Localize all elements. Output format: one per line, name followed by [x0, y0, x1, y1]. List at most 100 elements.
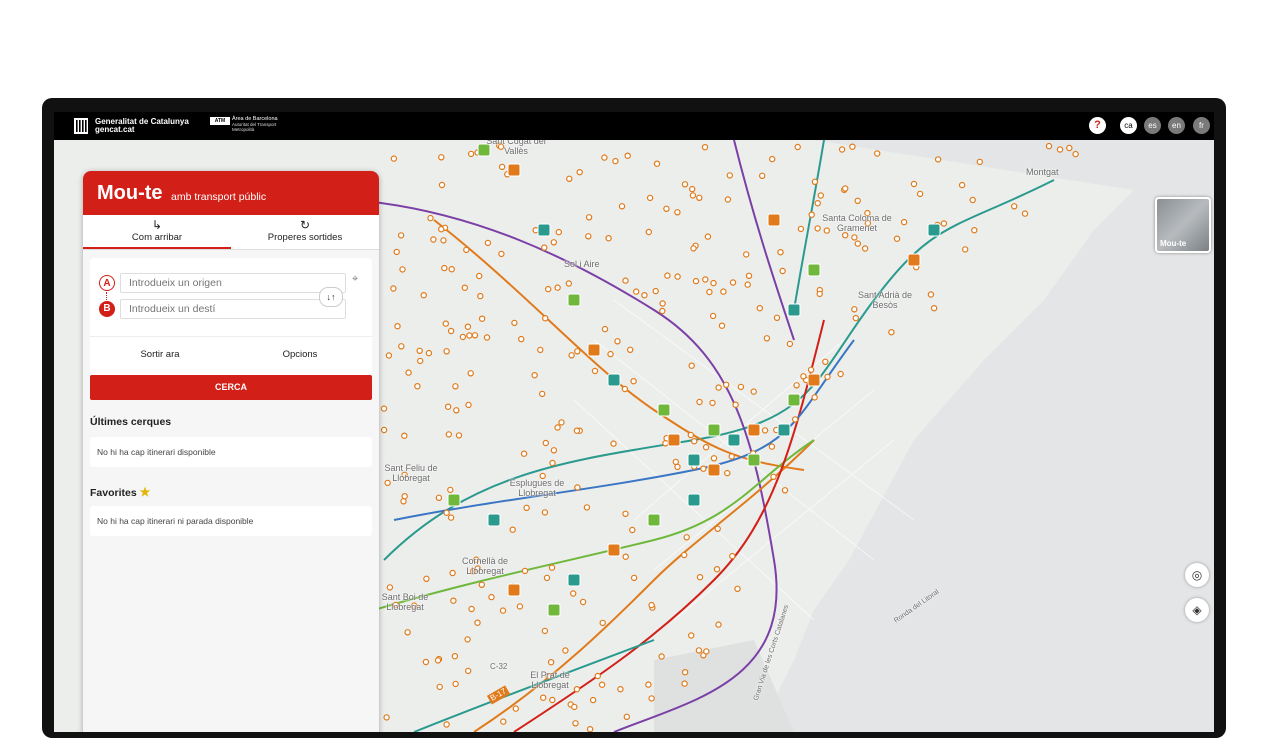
bus-stop [728, 453, 735, 460]
bus-stop [443, 721, 450, 728]
bus-stop [745, 272, 753, 279]
bus-stop [690, 245, 697, 252]
bus-stop [664, 272, 671, 279]
recent-searches-title: Últimes cerques [90, 416, 172, 428]
bus-stop [759, 172, 766, 180]
bus-stop [448, 265, 455, 273]
search-button[interactable]: CERCA [90, 375, 372, 400]
bus-stop [672, 458, 680, 466]
bus-stop [554, 284, 561, 291]
bus-stop [566, 175, 573, 183]
favorites-empty: No hi ha cap itinerari ni parada disponi… [90, 506, 372, 536]
station-icon [747, 423, 761, 437]
lang-fr-button[interactable]: fr [1193, 117, 1210, 134]
bus-stop [573, 686, 581, 693]
tab-com-arribar[interactable]: ↳ Com arribar [83, 215, 231, 249]
bus-stop [900, 218, 908, 226]
current-location-icon[interactable]: ⌖ [352, 273, 358, 286]
basemap-switcher[interactable]: Mou-te [1155, 197, 1211, 253]
station-icon [907, 253, 921, 267]
bus-stop [570, 590, 577, 597]
bus-stop [1021, 210, 1029, 217]
bus-stop [701, 143, 709, 151]
swap-button[interactable]: ↓↑ [319, 287, 343, 307]
bus-stop [689, 192, 697, 199]
bus-stop [709, 399, 716, 407]
station-icon [607, 373, 621, 387]
bus-stop [430, 236, 437, 243]
bus-stop [447, 327, 455, 335]
bus-stop [444, 403, 452, 410]
station-icon [727, 433, 741, 447]
station-icon [667, 433, 681, 447]
bus-stop [814, 200, 821, 207]
lang-es-button[interactable]: es [1144, 117, 1161, 134]
bus-stop [591, 367, 599, 375]
generalitat-logo [74, 118, 88, 134]
bus-stop [706, 288, 713, 296]
station-icon [807, 373, 821, 387]
bus-stop [555, 228, 562, 236]
bus-stop [652, 287, 659, 295]
bus-stop [971, 226, 978, 234]
panel-header: Mou-te amb transport públic [83, 171, 379, 215]
bus-stop [498, 250, 505, 258]
bus-stop [962, 246, 969, 253]
bus-stop [549, 459, 556, 467]
map-label-sol-i-aire: Sol i Aire [564, 259, 600, 269]
bus-stop [617, 686, 624, 693]
lang-ca-button[interactable]: ca [1120, 117, 1137, 134]
depart-now-button[interactable]: Sortir ara [90, 349, 230, 360]
bus-stop [380, 426, 388, 434]
bus-stop [464, 636, 471, 643]
station-icon [587, 343, 601, 357]
options-button[interactable]: Opcions [230, 349, 370, 360]
bus-stop [531, 371, 538, 379]
layers-button[interactable]: ◈ [1185, 598, 1209, 622]
bus-stop [622, 277, 629, 284]
bus-stop [689, 185, 696, 193]
bus-stop [623, 713, 631, 721]
bus-stop [548, 564, 556, 571]
bus-stop [594, 672, 602, 680]
lang-en-button[interactable]: en [1168, 117, 1185, 134]
map-label-sant-feliu: Sant Feliu de Llobregat [384, 463, 438, 483]
map-label-cornella: Cornellà de Llobregat [461, 556, 509, 576]
bus-stop [442, 320, 449, 327]
bus-stop [910, 180, 918, 188]
bus-stop [663, 205, 670, 213]
locate-button[interactable]: ◎ [1185, 563, 1209, 587]
bus-stop [401, 493, 408, 500]
station-icon [747, 453, 761, 467]
bus-stop [468, 605, 475, 613]
locate-icon: ◎ [1191, 568, 1203, 582]
bus-stop [703, 648, 710, 655]
bus-stop [542, 439, 549, 447]
map-label-esplugues: Esplugues de Llobregat [509, 478, 565, 498]
bus-stop [695, 647, 703, 654]
bus-stop [777, 248, 784, 256]
generalitat-text[interactable]: Generalitat de Catalunya gencat.cat [95, 118, 189, 134]
bus-stop [691, 438, 698, 445]
bus-stop [466, 332, 473, 339]
bus-stop [610, 440, 617, 447]
bus-stop [434, 657, 442, 664]
bus-stop [750, 388, 757, 395]
help-button[interactable]: ? [1089, 117, 1106, 134]
destination-input[interactable] [120, 299, 346, 319]
bus-stop [562, 647, 569, 654]
bus-stop [681, 181, 689, 188]
bus-stop [518, 335, 525, 343]
origin-input[interactable] [120, 273, 346, 293]
station-icon [567, 573, 581, 587]
bus-stop [770, 473, 777, 480]
bus-stop [646, 194, 654, 202]
bus-stop [732, 401, 739, 408]
bus-stop [1066, 144, 1073, 152]
bus-stop [539, 390, 546, 398]
atm-logo[interactable]: ATM [210, 117, 230, 125]
favorites-title: Favorites [90, 487, 137, 499]
bus-stop [547, 659, 555, 666]
tab-properes-sortides[interactable]: ↻ Properes sortides [231, 215, 379, 249]
bus-stop [811, 394, 818, 401]
